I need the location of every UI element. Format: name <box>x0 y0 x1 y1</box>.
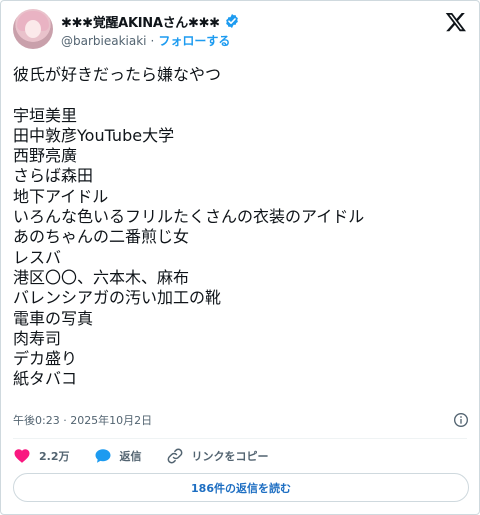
tweet-timestamp[interactable]: 午後0:23 · 2025年10月2日 <box>13 412 152 428</box>
tweet-text-line: いろんな色いるフリルたくさんの衣装のアイドル <box>13 207 365 227</box>
avatar[interactable] <box>13 9 53 49</box>
copy-link-label: リンクをコピー <box>191 450 269 463</box>
tweet-text-line: あのちゃんの二番煎じ女 <box>13 227 190 247</box>
divider <box>13 438 467 439</box>
follow-button[interactable]: フォローする <box>158 32 230 49</box>
speech-bubble-icon <box>95 449 110 463</box>
x-logo-icon[interactable] <box>445 11 467 33</box>
tweet-text-line: デカ盛り <box>13 349 78 369</box>
read-replies-button[interactable]: 186件の返信を読む <box>13 473 469 502</box>
author-handle-row: @barbieakiaki · フォローする <box>61 32 230 49</box>
like-count: 2.2万 <box>39 450 70 463</box>
author-display-name[interactable]: ✱✱✱覚醒AKINAさん✱✱✱ <box>61 12 220 31</box>
tweet-text-line: さらば森田 <box>13 166 94 186</box>
tweet-text: 彼氏が好きだったら嫌なやつ 宇垣美里 田中敦彦YouTube大学 西野亮廣 さらば森田地… <box>13 65 469 390</box>
tweet-text-line: 電車の写真 <box>13 308 94 328</box>
tweet-text-line <box>13 85 469 105</box>
tweet-text-line: レスバ <box>13 247 62 267</box>
avatar-face <box>25 20 41 38</box>
tweet-card: ✱✱✱覚醒AKINAさん✱✱✱ @barbieakiaki · フォローする 彼… <box>0 0 480 515</box>
read-replies-label: 186件の返信を読む <box>191 481 291 495</box>
verified-badge-icon <box>225 14 238 28</box>
tweet-text-line: 田中敦彦YouTube大学 <box>13 125 175 145</box>
tweet-text-line: バレンシアガの汚い加工の靴 <box>13 288 222 308</box>
tweet-text-line: 西野亮廣 <box>13 146 78 166</box>
like-button[interactable]: 2.2万 <box>13 447 70 465</box>
tweet-text-line: 肉寿司 <box>13 328 62 348</box>
reply-button[interactable]: 返信 <box>94 447 142 465</box>
link-icon <box>167 448 182 464</box>
reply-label: 返信 <box>119 450 142 463</box>
tweet-text-line: 港区〇〇、六本木、麻布 <box>13 267 190 287</box>
tweet-text-line: 彼氏が好きだったら嫌なやつ <box>13 65 222 84</box>
author-name-row: ✱✱✱覚醒AKINAさん✱✱✱ <box>61 11 240 31</box>
author-handle[interactable]: @barbieakiaki <box>61 34 147 48</box>
tweet-text-line: 地下アイドル <box>13 186 109 206</box>
separator-dot: · <box>150 33 155 48</box>
tweet-meta-row: 午後0:23 · 2025年10月2日 <box>13 411 469 429</box>
info-icon[interactable] <box>453 412 469 428</box>
copy-link-button[interactable]: リンクをコピー <box>166 447 269 465</box>
heart-icon <box>14 449 30 463</box>
action-bar: 2.2万 返信 リンクをコピー <box>13 446 293 466</box>
tweet-text-line: 紙タバコ <box>13 369 78 389</box>
tweet-text-line: 宇垣美里 <box>13 105 78 125</box>
